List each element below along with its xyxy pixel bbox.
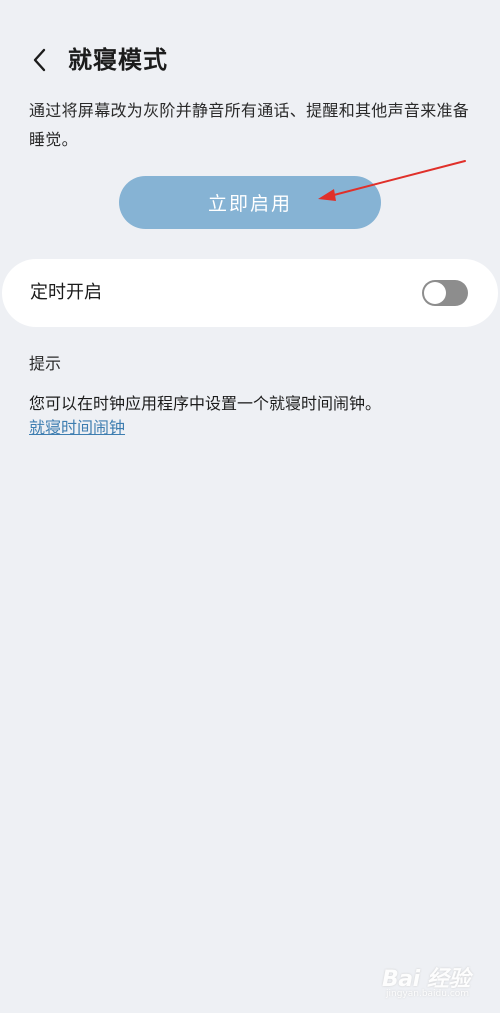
page-title: 就寝模式: [68, 46, 168, 74]
mode-description: 通过将屏幕改为灰阶并静音所有通话、提醒和其他声音来准备睡觉。: [29, 101, 470, 149]
schedule-toggle[interactable]: [422, 280, 468, 306]
toggle-knob: [424, 282, 446, 304]
watermark-logo: Bai 经验 jingyan.baidu.com: [380, 955, 490, 1005]
chevron-left-icon: [33, 48, 46, 72]
tips-text: 您可以在时钟应用程序中设置一个就寝时间闹钟。: [29, 394, 382, 413]
back-button[interactable]: [24, 44, 56, 76]
bedtime-alarm-link[interactable]: 就寝时间闹钟: [29, 416, 125, 440]
watermark-subtext: jingyan.baidu.com: [386, 989, 470, 999]
schedule-label: 定时开启: [30, 282, 102, 303]
schedule-card[interactable]: 定时开启: [2, 259, 498, 327]
tips-heading: 提示: [29, 354, 62, 373]
enable-now-button[interactable]: 立即启用: [119, 176, 381, 229]
